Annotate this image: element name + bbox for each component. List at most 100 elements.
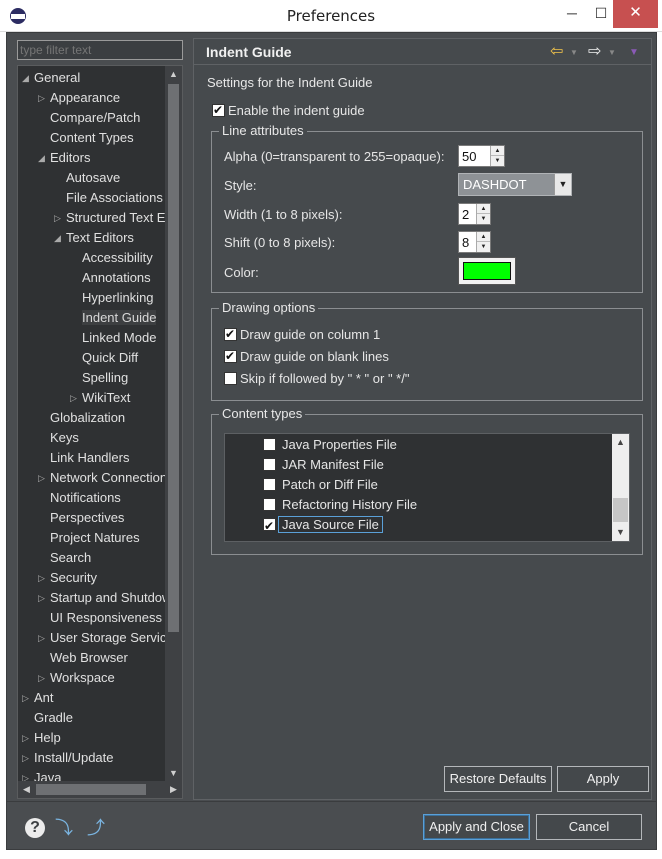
tree-horizontal-scrollbar[interactable]: ◀ ▶ xyxy=(18,781,182,798)
filter-field[interactable] xyxy=(17,40,183,60)
content-type-item[interactable]: Java Properties File xyxy=(263,435,397,455)
expand-toggle-icon[interactable]: ▷ xyxy=(70,388,80,408)
expand-toggle-icon[interactable]: ▷ xyxy=(22,728,32,748)
expand-toggle-icon[interactable] xyxy=(70,348,80,368)
tree-item[interactable]: ▷ WikiText xyxy=(70,388,130,408)
scroll-thumb[interactable] xyxy=(613,498,628,522)
tree-item[interactable]: Spelling xyxy=(70,368,128,388)
spin-up-icon[interactable]: ▲ xyxy=(491,146,504,156)
tree-item[interactable]: ▷ Security xyxy=(38,568,97,588)
expand-toggle-icon[interactable] xyxy=(70,328,80,348)
expand-toggle-icon[interactable] xyxy=(22,708,32,728)
expand-toggle-icon[interactable]: ◢ xyxy=(38,148,48,168)
checkbox-icon[interactable] xyxy=(224,372,237,385)
filter-input[interactable] xyxy=(18,41,182,59)
expand-toggle-icon[interactable] xyxy=(38,508,48,528)
expand-toggle-icon[interactable]: ▷ xyxy=(38,88,48,108)
scroll-right-icon[interactable]: ▶ xyxy=(165,781,182,798)
checkbox-icon[interactable] xyxy=(263,516,276,536)
shift-input[interactable] xyxy=(459,232,477,252)
scroll-down-icon[interactable]: ▼ xyxy=(165,765,182,782)
scroll-left-icon[interactable]: ◀ xyxy=(18,781,35,798)
tree-item[interactable]: Search xyxy=(38,548,91,568)
expand-toggle-icon[interactable]: ▷ xyxy=(38,588,48,608)
width-spinner[interactable]: ▲▼ xyxy=(458,203,491,225)
expand-toggle-icon[interactable] xyxy=(70,368,80,388)
expand-toggle-icon[interactable]: ▷ xyxy=(22,748,32,768)
tree-item[interactable]: Quick Diff xyxy=(70,348,138,368)
help-icon[interactable]: ? xyxy=(25,818,45,838)
tree-item[interactable]: Compare/Patch xyxy=(38,108,140,128)
content-types-scrollbar[interactable]: ▲ ▼ xyxy=(612,434,629,541)
apply-button[interactable]: Apply xyxy=(557,766,649,792)
expand-toggle-icon[interactable] xyxy=(38,428,48,448)
expand-toggle-icon[interactable] xyxy=(38,528,48,548)
tree-item[interactable]: File Associations xyxy=(54,188,163,208)
back-history-dropdown-icon[interactable]: ▼ xyxy=(570,44,578,62)
spin-up-icon[interactable]: ▲ xyxy=(477,204,490,214)
tree-item[interactable]: Gradle xyxy=(22,708,73,728)
tree-item[interactable]: Globalization xyxy=(38,408,125,428)
tree-item[interactable]: Content Types xyxy=(38,128,134,148)
expand-toggle-icon[interactable] xyxy=(38,548,48,568)
enable-indent-guide-checkbox[interactable]: Enable the indent guide xyxy=(212,102,365,121)
restore-defaults-button[interactable]: Restore Defaults xyxy=(444,766,552,792)
back-arrow-icon[interactable]: ⇦ xyxy=(550,43,563,61)
expand-toggle-icon[interactable] xyxy=(70,288,80,308)
view-menu-icon[interactable]: ▼ xyxy=(629,44,639,62)
expand-toggle-icon[interactable] xyxy=(38,448,48,468)
tree-item[interactable]: ▷ Workspace xyxy=(38,668,115,688)
content-types-list[interactable]: Java Properties File JAR Manifest File Pat… xyxy=(224,433,630,542)
tree-item[interactable]: Autosave xyxy=(54,168,120,188)
expand-toggle-icon[interactable] xyxy=(54,168,64,188)
tree-item[interactable]: Perspectives xyxy=(38,508,124,528)
chevron-down-icon[interactable]: ▼ xyxy=(554,174,571,195)
expand-toggle-icon[interactable]: ◢ xyxy=(22,68,32,88)
draw-column-1-checkbox[interactable]: Draw guide on column 1 xyxy=(224,326,380,345)
scroll-up-icon[interactable]: ▲ xyxy=(612,434,629,451)
expand-toggle-icon[interactable]: ▷ xyxy=(22,688,32,708)
cancel-button[interactable]: Cancel xyxy=(536,814,642,840)
export-icon[interactable]: ⤴ xyxy=(85,817,107,839)
expand-toggle-icon[interactable]: ▷ xyxy=(54,208,64,228)
color-picker-button[interactable] xyxy=(458,257,516,285)
tree-item[interactable]: Indent Guide xyxy=(70,308,157,328)
tree-item[interactable]: ◢ Editors xyxy=(38,148,90,168)
expand-toggle-icon[interactable] xyxy=(38,108,48,128)
expand-toggle-icon[interactable]: ▷ xyxy=(38,628,48,648)
scroll-up-icon[interactable]: ▲ xyxy=(165,66,182,83)
content-type-item[interactable]: Refactoring History File xyxy=(263,495,417,515)
import-icon[interactable]: ⤵ xyxy=(53,817,75,839)
expand-toggle-icon[interactable] xyxy=(38,608,48,628)
tree-item[interactable]: UI Responsiveness xyxy=(38,608,162,628)
expand-toggle-icon[interactable]: ▷ xyxy=(38,668,48,688)
checkbox-icon[interactable] xyxy=(263,438,276,451)
tree-item[interactable]: Link Handlers xyxy=(38,448,130,468)
expand-toggle-icon[interactable]: ▷ xyxy=(38,568,48,588)
tree-item[interactable]: ▷ Ant xyxy=(22,688,54,708)
tree-item[interactable]: Notifications xyxy=(38,488,121,508)
expand-toggle-icon[interactable] xyxy=(70,308,80,328)
forward-history-dropdown-icon[interactable]: ▼ xyxy=(608,44,616,62)
scroll-thumb[interactable] xyxy=(168,84,179,632)
tree-item[interactable]: ▷ Startup and Shutdown xyxy=(38,588,179,608)
apply-and-close-button[interactable]: Apply and Close xyxy=(423,814,530,840)
tree-item[interactable]: ▷ User Storage Service xyxy=(38,628,174,648)
checkbox-icon[interactable] xyxy=(263,478,276,491)
tree-item[interactable]: ▷ Install/Update xyxy=(22,748,114,768)
expand-toggle-icon[interactable]: ▷ xyxy=(38,468,48,488)
tree-item[interactable]: ▷ Network Connections xyxy=(38,468,174,488)
tree-item[interactable]: ▷ Help xyxy=(22,728,61,748)
checkbox-icon[interactable] xyxy=(263,498,276,511)
scroll-thumb[interactable] xyxy=(36,784,146,795)
spin-down-icon[interactable]: ▼ xyxy=(477,214,490,224)
scroll-down-icon[interactable]: ▼ xyxy=(612,524,629,541)
spin-down-icon[interactable]: ▼ xyxy=(477,242,490,252)
alpha-spinner[interactable]: ▲▼ xyxy=(458,145,505,167)
expand-toggle-icon[interactable] xyxy=(70,268,80,288)
tree-item[interactable]: ◢ General xyxy=(22,68,80,88)
tree-item[interactable]: Web Browser xyxy=(38,648,128,668)
tree-vertical-scrollbar[interactable]: ▲ ▼ xyxy=(165,66,182,782)
tree-item[interactable]: Hyperlinking xyxy=(70,288,154,308)
checkbox-icon[interactable] xyxy=(263,458,276,471)
